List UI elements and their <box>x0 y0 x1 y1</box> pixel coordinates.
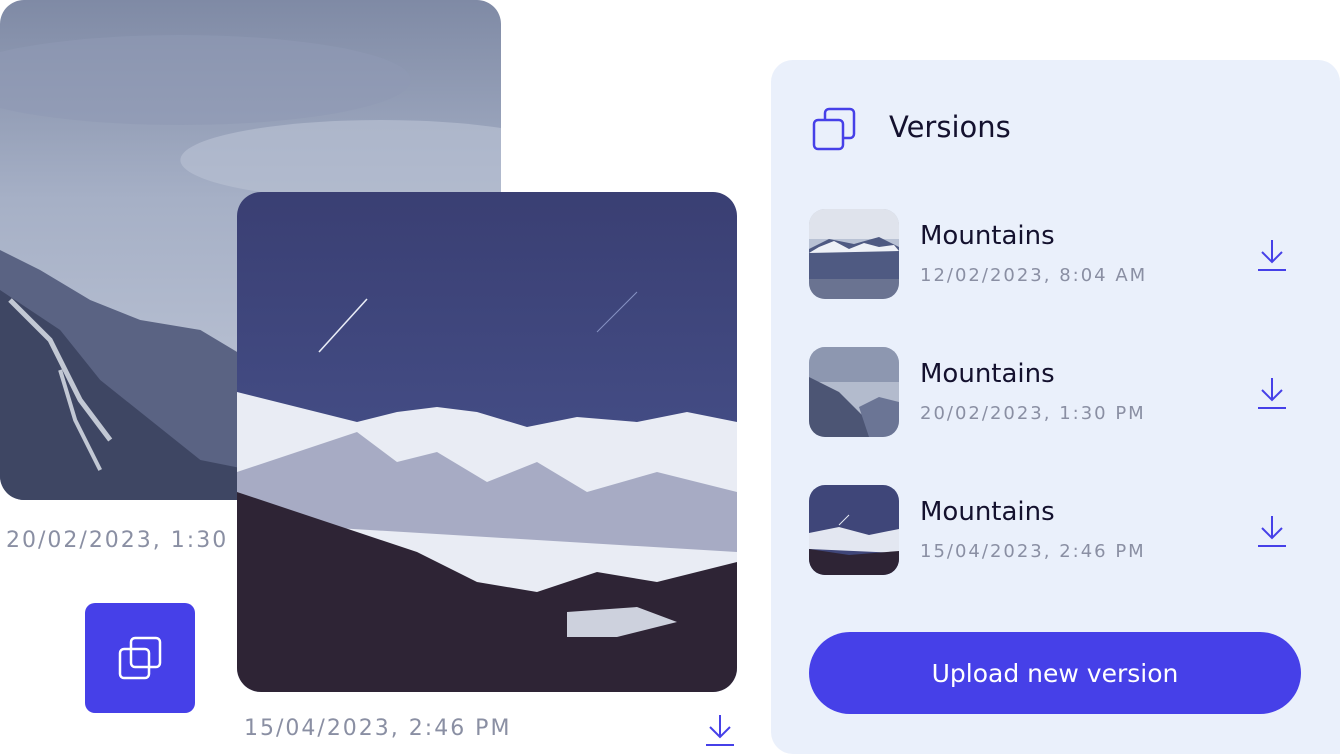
version-name: Mountains <box>920 359 1055 389</box>
mountain-photo-night <box>237 192 737 692</box>
version-thumbnail <box>809 347 899 437</box>
version-item[interactable]: Mountains 12/02/2023, 8:04 AM <box>809 209 1299 301</box>
copy-tile-button[interactable] <box>85 603 195 713</box>
front-photo-timestamp: 15/04/2023, 2:46 PM <box>244 716 512 741</box>
version-thumbnail <box>809 485 899 575</box>
download-icon[interactable] <box>1255 513 1289 549</box>
version-date: 15/04/2023, 2:46 PM <box>920 541 1146 562</box>
copy-icon <box>118 636 162 680</box>
version-date: 20/02/2023, 1:30 PM <box>920 403 1146 424</box>
download-icon[interactable] <box>703 712 737 748</box>
version-name: Mountains <box>920 221 1055 251</box>
upload-new-version-button[interactable]: Upload new version <box>809 632 1301 714</box>
version-item[interactable]: Mountains 20/02/2023, 1:30 PM <box>809 347 1299 439</box>
copy-icon <box>812 107 856 151</box>
download-icon[interactable] <box>1255 375 1289 411</box>
back-photo-timestamp: 20/02/2023, 1:30 <box>6 528 229 553</box>
versions-panel: Versions Mountains 12/02/2023, 8:04 AM M… <box>771 60 1340 754</box>
version-date: 12/02/2023, 8:04 AM <box>920 265 1148 286</box>
version-thumbnail <box>809 209 899 299</box>
panel-title: Versions <box>889 110 1011 144</box>
version-name: Mountains <box>920 497 1055 527</box>
version-item[interactable]: Mountains 15/04/2023, 2:46 PM <box>809 485 1299 577</box>
download-icon[interactable] <box>1255 237 1289 273</box>
